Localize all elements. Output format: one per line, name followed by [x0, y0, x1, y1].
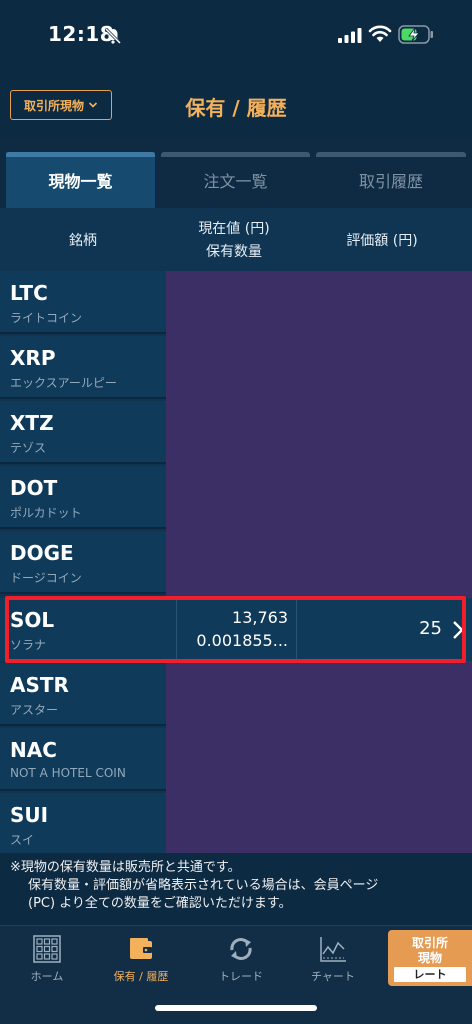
- list-item[interactable]: NAC NOT A HOTEL COIN: [0, 728, 166, 791]
- tab-home[interactable]: ホーム: [0, 930, 94, 990]
- coin-name: ソラナ: [10, 638, 47, 652]
- page-title: 保有 / 履歴: [185, 96, 287, 120]
- list-item[interactable]: LTC ライトコイン: [0, 271, 166, 334]
- list-item-sol[interactable]: SOL ソラナ 13,763 0.001855... 25: [0, 598, 472, 661]
- rate-label: レート: [394, 967, 466, 982]
- column-header-price: 現在値 (円): [198, 221, 270, 237]
- empty-values-area: [166, 271, 472, 853]
- tab-chart[interactable]: チャート: [286, 930, 380, 990]
- chevron-right-icon: [453, 621, 464, 639]
- bell-muted-icon: [104, 27, 122, 45]
- cellular-signal-icon: [338, 28, 362, 43]
- valuation: 25: [419, 618, 442, 639]
- list-item[interactable]: DOGE ドージコイン: [0, 531, 166, 594]
- column-header-name: 銘柄: [69, 233, 97, 249]
- tab-orders[interactable]: 注文一覧: [161, 152, 310, 208]
- rate-button[interactable]: 取引所 現物 レート: [388, 930, 472, 986]
- wallet-icon: [130, 938, 152, 959]
- app-header: 取引所現物 保有 / 履歴: [0, 70, 472, 138]
- list-item[interactable]: XRP エックスアールピー: [0, 336, 166, 399]
- exchange-arrows-icon: [230, 938, 252, 960]
- column-header-quantity: 保有数量: [206, 244, 262, 260]
- coin-symbol: SOL: [10, 608, 55, 632]
- tab-spot-list[interactable]: 現物一覧: [6, 152, 155, 208]
- footnote: ※現物の保有数量は販売所と共通です。 保有数量・評価額が省略表示されている場合は…: [0, 853, 472, 925]
- wifi-icon: [368, 25, 392, 42]
- list-item[interactable]: SUI スイ: [0, 793, 166, 853]
- list-item[interactable]: DOT ポルカドット: [0, 466, 166, 529]
- column-header-valuation: 評価額 (円): [346, 233, 418, 249]
- tab-history[interactable]: 取引履歴: [316, 152, 466, 208]
- tab-trade[interactable]: トレード: [194, 930, 288, 990]
- tabs: 現物一覧 注文一覧 取引履歴: [0, 138, 472, 208]
- list-item[interactable]: XTZ テゾス: [0, 401, 166, 464]
- holdings-list: LTC ライトコイン XRP エックスアールピー XTZ テゾス DOT ポルカ…: [0, 271, 472, 853]
- rate-label-spot: 現物: [417, 951, 442, 965]
- holding-quantity: 0.001855...: [196, 631, 288, 650]
- status-bar: 12:18: [0, 0, 472, 70]
- tab-holdings[interactable]: 保有 / 履歴: [94, 930, 188, 990]
- battery-charging-icon: [398, 25, 433, 44]
- current-price: 13,763: [232, 608, 288, 627]
- home-indicator[interactable]: [155, 1005, 317, 1011]
- list-item[interactable]: ASTR アスター: [0, 663, 166, 726]
- rate-label-exchange: 取引所: [411, 936, 448, 950]
- chart-icon: [320, 937, 346, 962]
- grid-icon: [33, 935, 61, 963]
- column-headers: 銘柄 現在値 (円) 保有数量 評価額 (円): [0, 208, 472, 271]
